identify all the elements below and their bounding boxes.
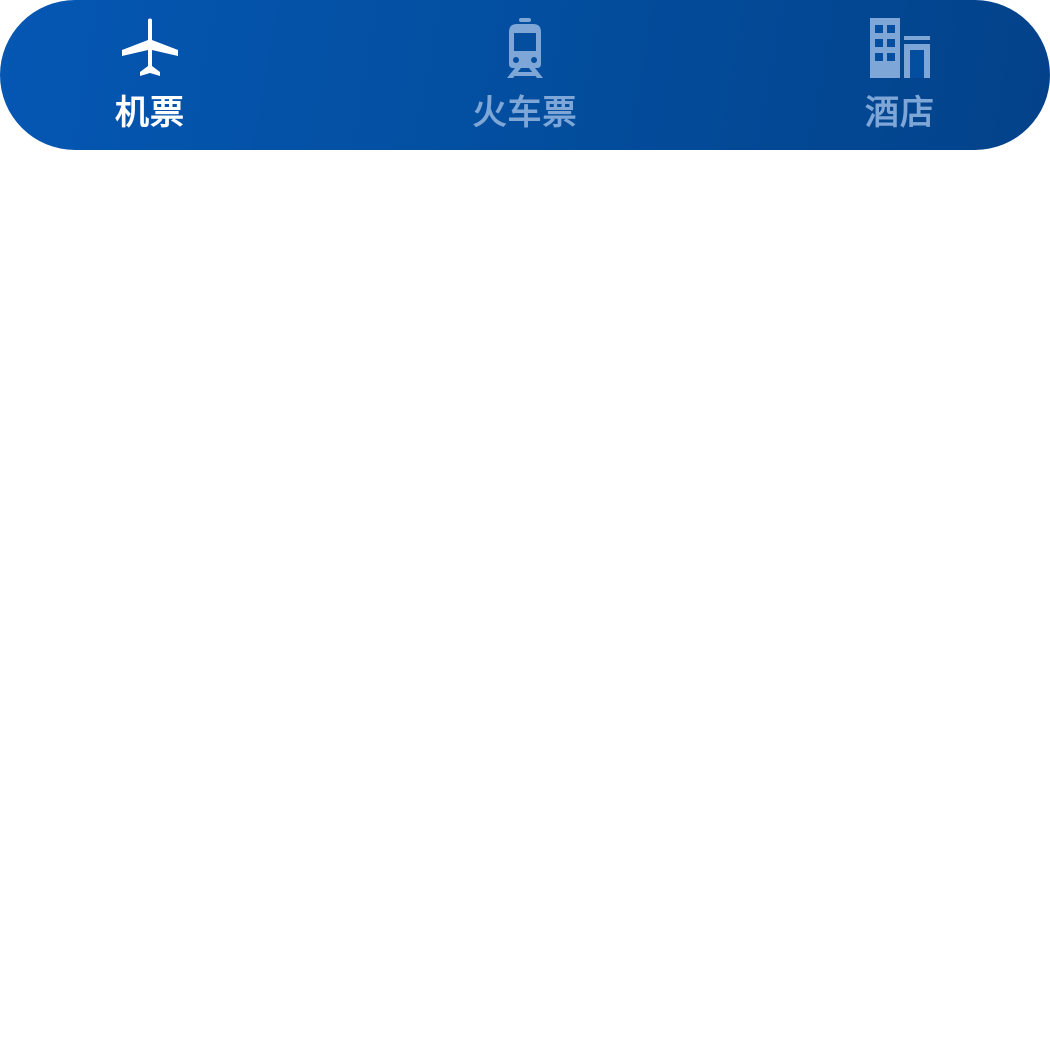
- tab-hotel-label: 酒店: [865, 93, 935, 133]
- tab-hotel[interactable]: 酒店: [790, 0, 1010, 150]
- tab-train-label: 火车票: [472, 93, 578, 133]
- train-icon: [493, 16, 557, 80]
- hotel-icon: [868, 16, 932, 80]
- airplane-icon: [118, 16, 182, 80]
- tab-train[interactable]: 火车票: [415, 0, 635, 150]
- tab-flight[interactable]: 机票: [40, 0, 260, 150]
- travel-tab-bar: 机票 火车票 酒店: [0, 0, 1050, 150]
- tab-flight-label: 机票: [115, 93, 185, 133]
